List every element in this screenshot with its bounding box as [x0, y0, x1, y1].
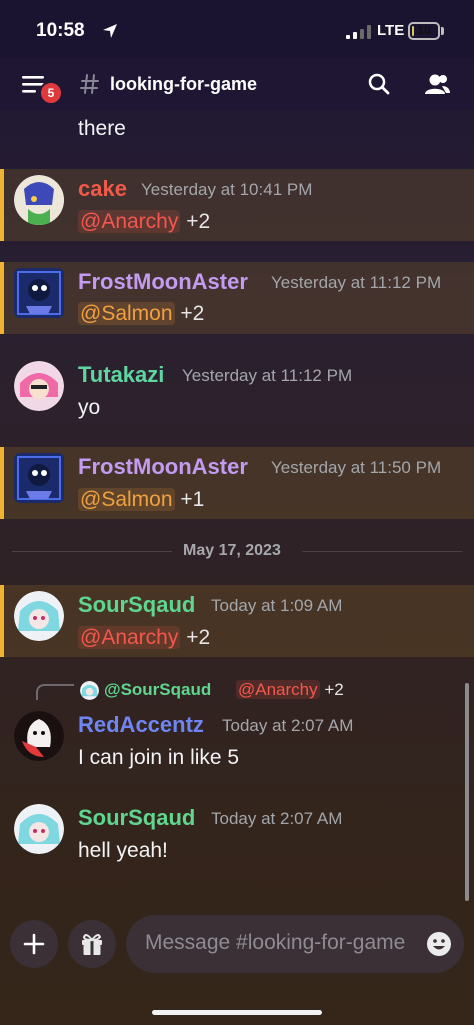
status-time: 10:58	[36, 20, 85, 41]
mention[interactable]: @Salmon	[78, 488, 175, 511]
channel-title[interactable]: looking-for-game	[110, 74, 257, 95]
battery-percent: 10	[417, 23, 431, 37]
avatar-image	[14, 361, 64, 411]
location-arrow-icon	[103, 24, 117, 38]
reply-connector	[36, 684, 74, 700]
author-name[interactable]: Tutakazi	[78, 362, 164, 388]
mention-count: +2	[180, 302, 205, 325]
timestamp: Yesterday at 11:50 PM	[271, 458, 442, 477]
message-text: yo	[78, 396, 101, 419]
author-name[interactable]: FrostMoonAster	[78, 454, 248, 480]
avatar-image	[80, 681, 99, 700]
mention[interactable]: @Anarchy	[78, 210, 181, 233]
timestamp: Yesterday at 11:12 PM	[182, 366, 353, 385]
mention-count: +1	[180, 488, 205, 511]
message-text: there	[78, 117, 126, 140]
mention-count: +2	[186, 626, 211, 649]
author-name[interactable]: FrostMoonAster	[78, 269, 248, 295]
scrollbar[interactable]	[465, 683, 469, 901]
avatar[interactable]	[14, 804, 64, 854]
message-text: @Anarchy +2	[78, 626, 210, 650]
mention-count: +2	[324, 680, 344, 699]
divider-line	[12, 551, 172, 552]
message-text: @Salmon +2	[78, 302, 204, 326]
message-input-placeholder[interactable]: Message #looking-for-game	[145, 931, 421, 955]
avatar-image	[14, 453, 64, 503]
timestamp: Today at 2:07 AM	[222, 716, 354, 735]
gift-icon	[82, 934, 102, 955]
author-name[interactable]: SourSqaud	[78, 592, 195, 618]
avatar[interactable]	[14, 361, 64, 411]
avatar-image	[14, 711, 64, 761]
message-text: @Salmon +1	[78, 488, 204, 512]
avatar[interactable]	[14, 268, 64, 318]
mention: @Anarchy	[236, 680, 320, 699]
gift-button[interactable]	[68, 920, 116, 968]
members-icon[interactable]	[424, 72, 450, 96]
signal-icon	[346, 25, 371, 39]
timestamp: Yesterday at 10:41 PM	[141, 180, 313, 199]
avatar[interactable]	[14, 175, 64, 225]
mention[interactable]: @Salmon	[78, 302, 175, 325]
message-text: @Anarchy +2	[78, 210, 210, 234]
avatar-image	[14, 268, 64, 318]
date-divider: May 17, 2023	[183, 542, 281, 559]
battery-icon: 10	[408, 22, 440, 40]
network-label: LTE	[377, 22, 405, 39]
search-icon[interactable]	[367, 72, 391, 96]
reply-avatar	[80, 681, 99, 700]
add-attachment-button[interactable]	[10, 920, 58, 968]
author-name[interactable]: RedAccentz	[78, 712, 204, 738]
author-name[interactable]: SourSqaud	[78, 805, 195, 831]
avatar-image	[14, 804, 64, 854]
reply-author[interactable]: @SourSqaud	[104, 680, 211, 700]
timestamp: Today at 1:09 AM	[211, 596, 343, 615]
emoji-icon[interactable]	[426, 931, 452, 957]
message-text: hell yeah!	[78, 839, 168, 862]
timestamp: Yesterday at 11:12 PM	[271, 273, 442, 292]
avatar[interactable]	[14, 591, 64, 641]
avatar-image	[14, 591, 64, 641]
mention-count: +2	[186, 210, 211, 233]
divider-line	[302, 551, 462, 552]
avatar[interactable]	[14, 711, 64, 761]
unread-badge: 5	[39, 81, 63, 105]
plus-icon	[23, 933, 45, 955]
avatar-image	[14, 175, 64, 225]
message-text: I can join in like 5	[78, 746, 240, 769]
reply-preview[interactable]: @Anarchy +2	[236, 680, 344, 700]
battery-tip	[441, 27, 444, 35]
hash-icon	[80, 74, 99, 94]
status-bar: 10:58 LTE 10	[0, 0, 474, 58]
avatar[interactable]	[14, 453, 64, 503]
timestamp: Today at 2:07 AM	[211, 809, 343, 828]
mention[interactable]: @Anarchy	[78, 626, 181, 649]
home-indicator	[152, 1010, 322, 1015]
author-name[interactable]: cake	[78, 176, 127, 202]
